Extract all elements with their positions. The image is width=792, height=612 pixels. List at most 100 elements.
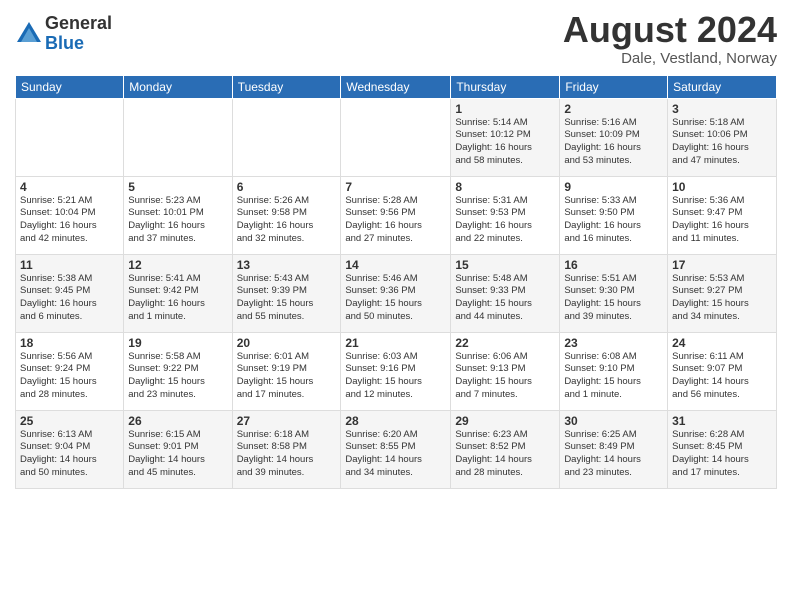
- header: General Blue August 2024 Dale, Vestland,…: [15, 10, 777, 67]
- calendar-cell: 14Sunrise: 5:46 AM Sunset: 9:36 PM Dayli…: [341, 254, 451, 332]
- calendar-cell: 3Sunrise: 5:18 AM Sunset: 10:06 PM Dayli…: [668, 98, 777, 176]
- day-info: Sunrise: 5:23 AM Sunset: 10:01 PM Daylig…: [128, 195, 227, 246]
- day-number: 21: [345, 336, 446, 350]
- calendar-cell: [124, 98, 232, 176]
- day-info: Sunrise: 6:13 AM Sunset: 9:04 PM Dayligh…: [20, 429, 119, 480]
- day-number: 28: [345, 414, 446, 428]
- day-info: Sunrise: 5:38 AM Sunset: 9:45 PM Dayligh…: [20, 273, 119, 324]
- col-saturday: Saturday: [668, 75, 777, 98]
- day-number: 2: [564, 102, 663, 116]
- day-info: Sunrise: 5:46 AM Sunset: 9:36 PM Dayligh…: [345, 273, 446, 324]
- day-info: Sunrise: 5:33 AM Sunset: 9:50 PM Dayligh…: [564, 195, 663, 246]
- day-info: Sunrise: 5:31 AM Sunset: 9:53 PM Dayligh…: [455, 195, 555, 246]
- day-info: Sunrise: 5:36 AM Sunset: 9:47 PM Dayligh…: [672, 195, 772, 246]
- calendar-cell: 17Sunrise: 5:53 AM Sunset: 9:27 PM Dayli…: [668, 254, 777, 332]
- day-info: Sunrise: 6:23 AM Sunset: 8:52 PM Dayligh…: [455, 429, 555, 480]
- calendar-cell: 5Sunrise: 5:23 AM Sunset: 10:01 PM Dayli…: [124, 176, 232, 254]
- calendar-cell: 27Sunrise: 6:18 AM Sunset: 8:58 PM Dayli…: [232, 410, 341, 488]
- calendar-cell: 2Sunrise: 5:16 AM Sunset: 10:09 PM Dayli…: [560, 98, 668, 176]
- day-number: 15: [455, 258, 555, 272]
- day-info: Sunrise: 5:51 AM Sunset: 9:30 PM Dayligh…: [564, 273, 663, 324]
- day-info: Sunrise: 6:01 AM Sunset: 9:19 PM Dayligh…: [237, 351, 337, 402]
- calendar-cell: 22Sunrise: 6:06 AM Sunset: 9:13 PM Dayli…: [451, 332, 560, 410]
- day-info: Sunrise: 6:25 AM Sunset: 8:49 PM Dayligh…: [564, 429, 663, 480]
- day-number: 22: [455, 336, 555, 350]
- day-number: 23: [564, 336, 663, 350]
- calendar-cell: 21Sunrise: 6:03 AM Sunset: 9:16 PM Dayli…: [341, 332, 451, 410]
- logo: General Blue: [15, 14, 112, 54]
- day-info: Sunrise: 6:08 AM Sunset: 9:10 PM Dayligh…: [564, 351, 663, 402]
- calendar-week-row: 11Sunrise: 5:38 AM Sunset: 9:45 PM Dayli…: [16, 254, 777, 332]
- calendar-cell: 24Sunrise: 6:11 AM Sunset: 9:07 PM Dayli…: [668, 332, 777, 410]
- day-info: Sunrise: 5:56 AM Sunset: 9:24 PM Dayligh…: [20, 351, 119, 402]
- day-info: Sunrise: 5:58 AM Sunset: 9:22 PM Dayligh…: [128, 351, 227, 402]
- day-number: 31: [672, 414, 772, 428]
- day-number: 18: [20, 336, 119, 350]
- day-number: 6: [237, 180, 337, 194]
- day-number: 3: [672, 102, 772, 116]
- day-number: 30: [564, 414, 663, 428]
- day-info: Sunrise: 6:15 AM Sunset: 9:01 PM Dayligh…: [128, 429, 227, 480]
- calendar-week-row: 25Sunrise: 6:13 AM Sunset: 9:04 PM Dayli…: [16, 410, 777, 488]
- calendar-cell: 29Sunrise: 6:23 AM Sunset: 8:52 PM Dayli…: [451, 410, 560, 488]
- month-year-title: August 2024: [563, 10, 777, 50]
- calendar-cell: 11Sunrise: 5:38 AM Sunset: 9:45 PM Dayli…: [16, 254, 124, 332]
- logo-text: General Blue: [45, 14, 112, 54]
- day-info: Sunrise: 6:03 AM Sunset: 9:16 PM Dayligh…: [345, 351, 446, 402]
- calendar-cell: 8Sunrise: 5:31 AM Sunset: 9:53 PM Daylig…: [451, 176, 560, 254]
- calendar-cell: 7Sunrise: 5:28 AM Sunset: 9:56 PM Daylig…: [341, 176, 451, 254]
- day-info: Sunrise: 6:11 AM Sunset: 9:07 PM Dayligh…: [672, 351, 772, 402]
- day-number: 4: [20, 180, 119, 194]
- calendar-cell: 31Sunrise: 6:28 AM Sunset: 8:45 PM Dayli…: [668, 410, 777, 488]
- calendar-cell: [16, 98, 124, 176]
- day-number: 8: [455, 180, 555, 194]
- calendar-cell: 28Sunrise: 6:20 AM Sunset: 8:55 PM Dayli…: [341, 410, 451, 488]
- calendar-cell: 20Sunrise: 6:01 AM Sunset: 9:19 PM Dayli…: [232, 332, 341, 410]
- calendar-header: Sunday Monday Tuesday Wednesday Thursday…: [16, 75, 777, 98]
- day-number: 5: [128, 180, 227, 194]
- day-number: 14: [345, 258, 446, 272]
- day-number: 13: [237, 258, 337, 272]
- calendar-cell: 1Sunrise: 5:14 AM Sunset: 10:12 PM Dayli…: [451, 98, 560, 176]
- col-tuesday: Tuesday: [232, 75, 341, 98]
- day-number: 11: [20, 258, 119, 272]
- calendar-week-row: 1Sunrise: 5:14 AM Sunset: 10:12 PM Dayli…: [16, 98, 777, 176]
- day-info: Sunrise: 5:43 AM Sunset: 9:39 PM Dayligh…: [237, 273, 337, 324]
- logo-general-text: General: [45, 14, 112, 34]
- day-info: Sunrise: 5:41 AM Sunset: 9:42 PM Dayligh…: [128, 273, 227, 324]
- calendar-cell: 10Sunrise: 5:36 AM Sunset: 9:47 PM Dayli…: [668, 176, 777, 254]
- calendar-cell: 23Sunrise: 6:08 AM Sunset: 9:10 PM Dayli…: [560, 332, 668, 410]
- title-block: August 2024 Dale, Vestland, Norway: [563, 10, 777, 67]
- calendar-cell: 18Sunrise: 5:56 AM Sunset: 9:24 PM Dayli…: [16, 332, 124, 410]
- header-row: Sunday Monday Tuesday Wednesday Thursday…: [16, 75, 777, 98]
- day-info: Sunrise: 5:18 AM Sunset: 10:06 PM Daylig…: [672, 117, 772, 168]
- day-info: Sunrise: 5:21 AM Sunset: 10:04 PM Daylig…: [20, 195, 119, 246]
- day-number: 25: [20, 414, 119, 428]
- day-info: Sunrise: 5:14 AM Sunset: 10:12 PM Daylig…: [455, 117, 555, 168]
- day-number: 12: [128, 258, 227, 272]
- logo-blue-text: Blue: [45, 34, 112, 54]
- day-info: Sunrise: 5:26 AM Sunset: 9:58 PM Dayligh…: [237, 195, 337, 246]
- day-number: 17: [672, 258, 772, 272]
- day-number: 19: [128, 336, 227, 350]
- calendar-cell: 26Sunrise: 6:15 AM Sunset: 9:01 PM Dayli…: [124, 410, 232, 488]
- day-number: 27: [237, 414, 337, 428]
- day-info: Sunrise: 5:48 AM Sunset: 9:33 PM Dayligh…: [455, 273, 555, 324]
- col-thursday: Thursday: [451, 75, 560, 98]
- calendar-cell: [341, 98, 451, 176]
- calendar-cell: 16Sunrise: 5:51 AM Sunset: 9:30 PM Dayli…: [560, 254, 668, 332]
- calendar-cell: 6Sunrise: 5:26 AM Sunset: 9:58 PM Daylig…: [232, 176, 341, 254]
- calendar-week-row: 4Sunrise: 5:21 AM Sunset: 10:04 PM Dayli…: [16, 176, 777, 254]
- calendar-body: 1Sunrise: 5:14 AM Sunset: 10:12 PM Dayli…: [16, 98, 777, 488]
- calendar-cell: 15Sunrise: 5:48 AM Sunset: 9:33 PM Dayli…: [451, 254, 560, 332]
- day-number: 29: [455, 414, 555, 428]
- day-info: Sunrise: 6:20 AM Sunset: 8:55 PM Dayligh…: [345, 429, 446, 480]
- col-monday: Monday: [124, 75, 232, 98]
- calendar-cell: 30Sunrise: 6:25 AM Sunset: 8:49 PM Dayli…: [560, 410, 668, 488]
- day-number: 7: [345, 180, 446, 194]
- calendar-cell: 12Sunrise: 5:41 AM Sunset: 9:42 PM Dayli…: [124, 254, 232, 332]
- day-number: 20: [237, 336, 337, 350]
- calendar-cell: 13Sunrise: 5:43 AM Sunset: 9:39 PM Dayli…: [232, 254, 341, 332]
- day-info: Sunrise: 6:28 AM Sunset: 8:45 PM Dayligh…: [672, 429, 772, 480]
- calendar-cell: [232, 98, 341, 176]
